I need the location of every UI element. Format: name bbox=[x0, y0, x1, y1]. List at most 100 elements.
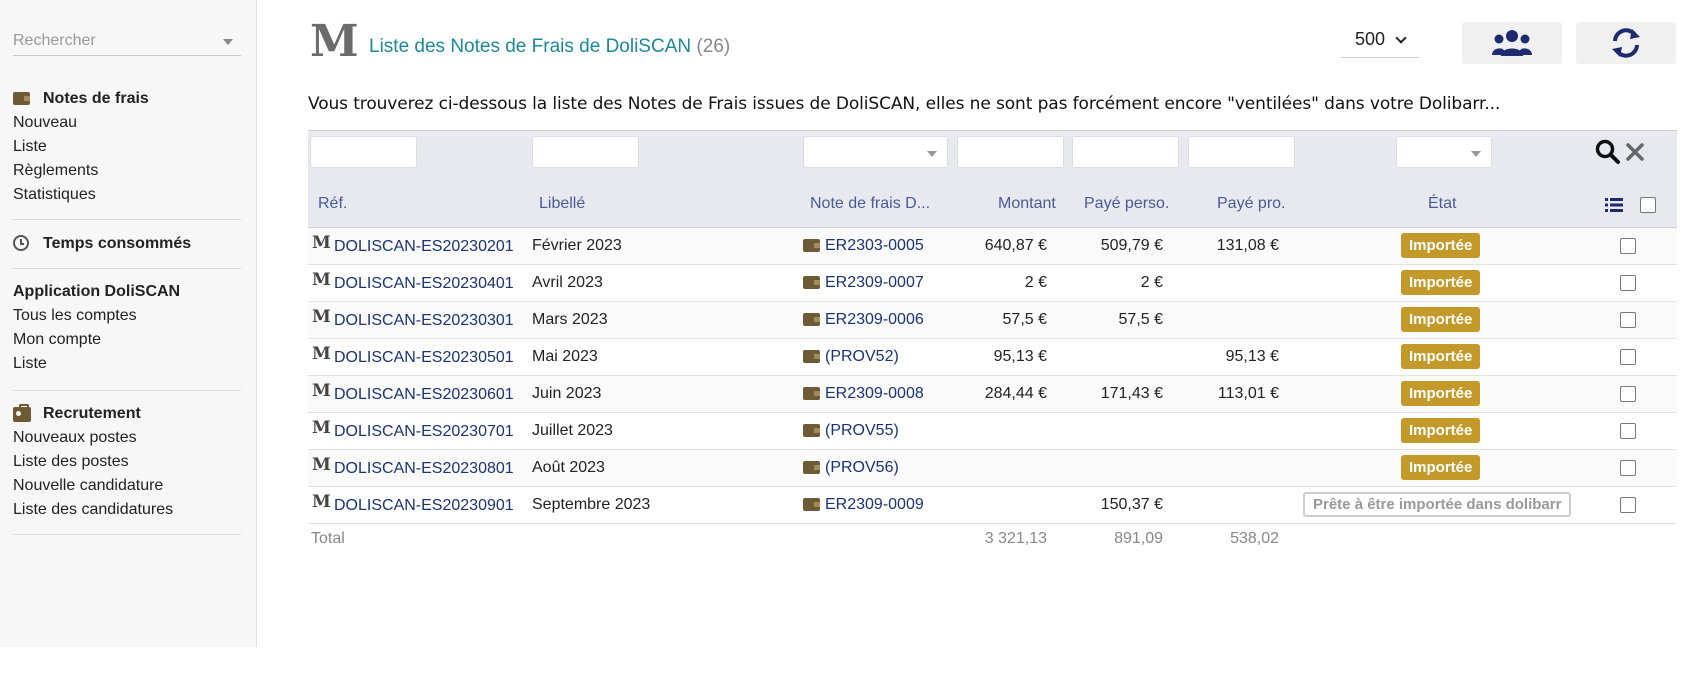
page-limit-value: 500 bbox=[1355, 29, 1386, 49]
menu-item-my-account[interactable]: Mon compte bbox=[13, 328, 241, 352]
note-link[interactable]: (PROV56) bbox=[825, 459, 899, 477]
filter-label-input[interactable] bbox=[532, 136, 639, 168]
col-label[interactable]: Libellé bbox=[539, 195, 585, 213]
wallet-icon bbox=[13, 92, 30, 105]
col-paid-perso[interactable]: Payé perso. bbox=[1084, 195, 1169, 213]
filter-ref-input[interactable] bbox=[310, 136, 417, 168]
filter-status-select[interactable] bbox=[1396, 136, 1492, 168]
divider bbox=[13, 219, 241, 220]
note-link[interactable]: (PROV52) bbox=[825, 348, 899, 366]
status-badge: Importée bbox=[1401, 344, 1481, 369]
doliscan-logo-icon: M bbox=[312, 233, 331, 253]
note-link[interactable]: ER2309-0007 bbox=[825, 274, 924, 292]
table-header: Réf. Libellé Note de frais D... Montant … bbox=[308, 179, 1677, 228]
clear-filters-icon[interactable] bbox=[1626, 143, 1644, 161]
menu-item-list[interactable]: Liste bbox=[13, 352, 241, 376]
note-link[interactable]: ER2303-0005 bbox=[825, 237, 924, 255]
ref-link[interactable]: DOLISCAN-ES20230701 bbox=[334, 423, 514, 441]
menu-item-new[interactable]: Nouveau bbox=[13, 111, 241, 135]
ref-link[interactable]: DOLISCAN-ES20230501 bbox=[334, 349, 514, 367]
status-badge: Importée bbox=[1401, 455, 1481, 480]
menu-title-label: Notes de frais bbox=[43, 90, 149, 107]
col-ref[interactable]: Réf. bbox=[318, 195, 347, 213]
menu-item-payments[interactable]: Règlements bbox=[13, 159, 241, 183]
row-checkbox[interactable] bbox=[1620, 460, 1636, 476]
menu-section-recruitment: Recrutement Nouveaux postes Liste des po… bbox=[13, 402, 241, 522]
row-paid-perso: 2 € bbox=[1140, 274, 1163, 291]
row-checkbox[interactable] bbox=[1620, 312, 1636, 328]
status-badge: Importée bbox=[1401, 307, 1481, 332]
menu-section-time-spent: Temps consommés bbox=[13, 232, 241, 256]
select-all-checkbox[interactable] bbox=[1640, 197, 1656, 213]
page-limit-select[interactable]: 500 bbox=[1341, 22, 1419, 58]
row-checkbox[interactable] bbox=[1620, 497, 1636, 513]
menu-item-statistics[interactable]: Statistiques bbox=[13, 183, 241, 207]
filter-row bbox=[308, 130, 1677, 179]
doliscan-logo-icon: M bbox=[312, 270, 331, 290]
filter-pro-input[interactable] bbox=[1188, 136, 1295, 168]
ref-link[interactable]: DOLISCAN-ES20230301 bbox=[334, 312, 514, 330]
refresh-button[interactable] bbox=[1576, 22, 1676, 64]
row-label: Février 2023 bbox=[532, 237, 622, 254]
search-select[interactable]: Rechercher bbox=[13, 24, 241, 56]
ref-link[interactable]: DOLISCAN-ES20230401 bbox=[334, 275, 514, 293]
filter-note-select[interactable] bbox=[803, 136, 948, 168]
doliscan-logo-icon: M bbox=[312, 418, 331, 438]
row-checkbox[interactable] bbox=[1620, 349, 1636, 365]
row-checkbox[interactable] bbox=[1620, 238, 1636, 254]
table-row: M DOLISCAN-ES20230301 Mars 2023 ER2309-0006… bbox=[308, 302, 1677, 339]
note-link[interactable]: ER2309-0009 bbox=[825, 496, 924, 514]
doliscan-logo-icon: M bbox=[312, 344, 331, 364]
wallet-icon bbox=[803, 239, 820, 252]
menu-title-time-spent[interactable]: Temps consommés bbox=[13, 232, 241, 256]
row-paid-pro: 131,08 € bbox=[1216, 237, 1279, 254]
row-checkbox[interactable] bbox=[1620, 386, 1636, 402]
row-checkbox[interactable] bbox=[1620, 275, 1636, 291]
ref-link[interactable]: DOLISCAN-ES20230601 bbox=[334, 386, 514, 404]
users-button[interactable] bbox=[1462, 22, 1562, 64]
divider bbox=[13, 534, 241, 535]
ref-link[interactable]: DOLISCAN-ES20230201 bbox=[334, 238, 514, 256]
col-amount[interactable]: Montant bbox=[998, 195, 1056, 213]
users-icon bbox=[1492, 30, 1532, 56]
search-icon[interactable] bbox=[1595, 139, 1621, 165]
menu-title-doliscan-app[interactable]: Application DoliSCAN bbox=[13, 280, 241, 304]
note-link[interactable]: ER2309-0006 bbox=[825, 311, 924, 329]
note-link[interactable]: ER2309-0008 bbox=[825, 385, 924, 403]
wallet-icon bbox=[803, 498, 820, 511]
status-badge: Importée bbox=[1401, 381, 1481, 406]
wallet-icon bbox=[803, 387, 820, 400]
table-row: M DOLISCAN-ES20230701 Juillet 2023 (PROV55)… bbox=[308, 413, 1677, 450]
menu-item-positions-list[interactable]: Liste des postes bbox=[13, 450, 241, 474]
ref-link[interactable]: DOLISCAN-ES20230801 bbox=[334, 460, 514, 478]
row-label: Juillet 2023 bbox=[532, 422, 613, 439]
menu-title-label: Temps consommés bbox=[43, 235, 192, 252]
refresh-icon bbox=[1612, 28, 1640, 58]
row-paid-perso: 509,79 € bbox=[1100, 237, 1163, 254]
menu-item-new-application[interactable]: Nouvelle candidature bbox=[13, 474, 241, 498]
row-checkbox[interactable] bbox=[1620, 423, 1636, 439]
menu-item-list[interactable]: Liste bbox=[13, 135, 241, 159]
doliscan-logo-icon: M bbox=[312, 455, 331, 475]
ref-link[interactable]: DOLISCAN-ES20230901 bbox=[334, 497, 514, 515]
menu-title-expense-reports[interactable]: Notes de frais bbox=[13, 87, 241, 111]
row-amount: 2 € bbox=[1024, 274, 1047, 291]
table-row: M DOLISCAN-ES20230201 Février 2023 ER2303-0… bbox=[308, 228, 1677, 265]
col-paid-pro[interactable]: Payé pro. bbox=[1217, 195, 1285, 213]
menu-item-new-positions[interactable]: Nouveaux postes bbox=[13, 426, 241, 450]
filter-perso-input[interactable] bbox=[1072, 136, 1179, 168]
menu-title-recruitment[interactable]: Recrutement bbox=[13, 402, 241, 426]
total-pro: 538,02 bbox=[1230, 530, 1279, 547]
filter-amount-input[interactable] bbox=[957, 136, 1064, 168]
expense-reports-table: Réf. Libellé Note de frais D... Montant … bbox=[308, 130, 1677, 554]
chevron-down-icon bbox=[1395, 32, 1407, 44]
col-note[interactable]: Note de frais D... bbox=[810, 195, 930, 213]
col-status[interactable]: État bbox=[1428, 195, 1456, 213]
divider bbox=[13, 390, 241, 391]
chevron-down-icon[interactable] bbox=[223, 39, 233, 45]
list-columns-icon[interactable] bbox=[1605, 197, 1623, 213]
wallet-icon bbox=[803, 313, 820, 326]
note-link[interactable]: (PROV55) bbox=[825, 422, 899, 440]
menu-item-all-accounts[interactable]: Tous les comptes bbox=[13, 304, 241, 328]
menu-item-applications-list[interactable]: Liste des candidatures bbox=[13, 498, 241, 522]
